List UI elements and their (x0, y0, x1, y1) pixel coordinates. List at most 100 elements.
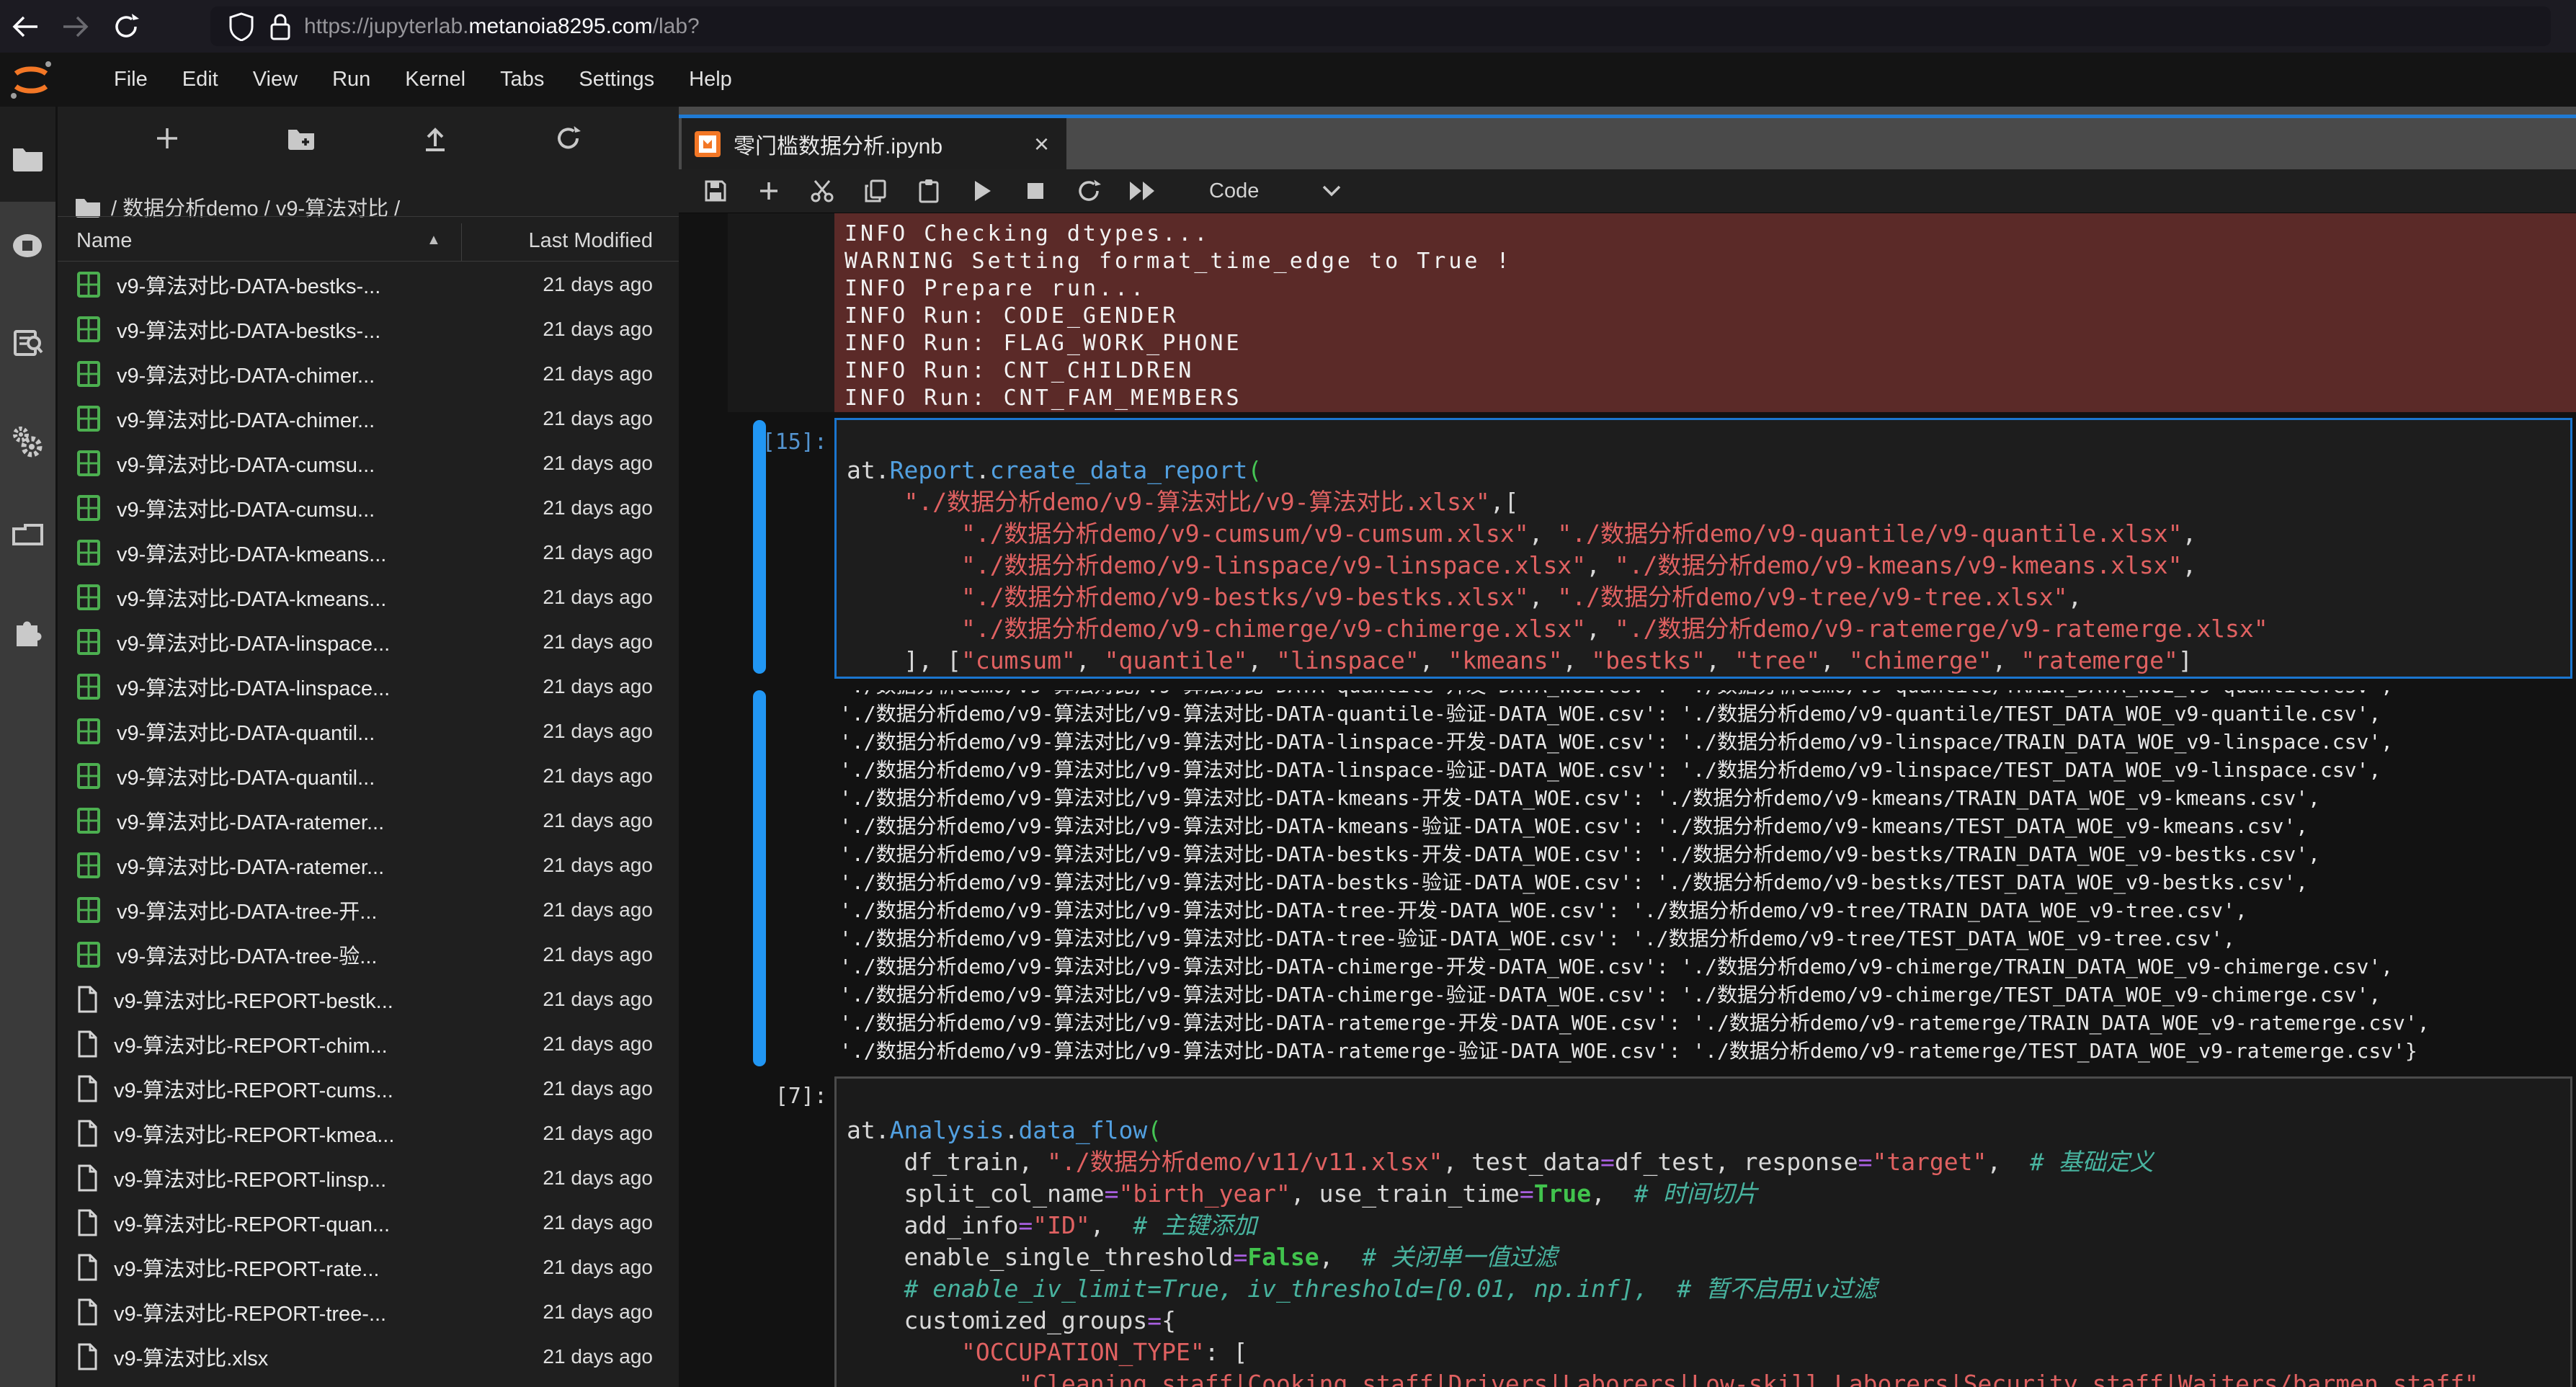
notebook-tab[interactable]: 零门槛数据分析.ipynb × (682, 118, 1066, 169)
file-browser-icon[interactable] (11, 141, 45, 175)
run-cell-icon[interactable] (972, 179, 992, 202)
menu-file[interactable]: File (114, 68, 148, 92)
save-icon[interactable] (704, 179, 727, 202)
file-name: v9-算法对比-DATA-tree-验... (117, 940, 543, 970)
file-name: v9-算法对比-DATA-bestks-... (117, 314, 543, 344)
file-modified: 21 days ago (543, 1345, 653, 1368)
new-folder-icon[interactable] (287, 125, 316, 151)
breadcrumb-path[interactable]: / 数据分析demo / v9-算法对比 / (111, 192, 400, 222)
spreadsheet-icon (76, 316, 101, 343)
cell15-input-collapser[interactable] (753, 420, 766, 674)
file-row[interactable]: v9-算法对比-REPORT-chim...21 days ago (58, 1022, 679, 1066)
breadcrumb[interactable]: / 数据分析demo / v9-算法对比 / (75, 192, 400, 222)
code-line: enable_single_threshold=False, # 关闭单一值过滤 (847, 1241, 2570, 1273)
file-row[interactable]: v9-算法对比-DATA-ratemer...21 days ago (58, 798, 679, 843)
reload-button[interactable] (101, 5, 151, 48)
file-row[interactable]: v9-算法对比-DATA-kmeans...21 days ago (58, 530, 679, 575)
output-line: './数据分析demo/v9-算法对比/v9-算法对比-DATA-linspac… (839, 756, 2576, 784)
tab-close-icon[interactable]: × (1034, 131, 1049, 157)
cell15-editor[interactable]: at.Report.create_data_report( "./数据分析dem… (834, 418, 2572, 679)
refresh-icon[interactable] (555, 125, 582, 152)
file-row[interactable]: v9-算法对比-REPORT-kmea...21 days ago (58, 1111, 679, 1156)
menu-help[interactable]: Help (689, 68, 732, 92)
output-line: './数据分析demo/v9-算法对比/v9-算法对比-DATA-bestks-… (839, 840, 2576, 868)
restart-run-all-icon[interactable] (1128, 180, 1156, 202)
cell15-prompt: [15]: (726, 429, 827, 455)
menubar-items: File Edit View Run Kernel Tabs Settings Help (114, 68, 732, 92)
cell7-editor[interactable]: at.Analysis.data_flow( df_train, "./数据分析… (834, 1076, 2572, 1387)
cell15-output-collapser[interactable] (753, 690, 766, 1066)
output-line: './数据分析demo/v9-算法对比/v9-算法对比-DATA-quantil… (839, 700, 2576, 728)
file-modified: 21 days ago (543, 764, 653, 788)
file-row[interactable]: v9-算法对比-REPORT-bestk...21 days ago (58, 977, 679, 1022)
menu-settings[interactable]: Settings (579, 68, 654, 92)
file-modified: 21 days ago (543, 1077, 653, 1100)
add-cell-icon[interactable] (758, 180, 780, 202)
property-inspector-icon[interactable] (11, 326, 45, 360)
file-row[interactable]: v9-算法对比-DATA-quantil...21 days ago (58, 754, 679, 798)
file-modified: 21 days ago (543, 675, 653, 698)
file-name: v9-算法对比-REPORT-chim... (114, 1029, 543, 1059)
running-kernels-icon[interactable] (11, 229, 45, 263)
settings-gears-icon[interactable] (11, 425, 45, 459)
file-row[interactable]: v9-算法对比-REPORT-tree-...21 days ago (58, 1290, 679, 1334)
file-row[interactable]: v9-算法对比-DATA-bestks-...21 days ago (58, 307, 679, 352)
file-row[interactable]: v9-算法对比-DATA-chimer...21 days ago (58, 396, 679, 441)
menu-run[interactable]: Run (332, 68, 370, 92)
extensions-puzzle-icon[interactable] (11, 614, 45, 648)
file-modified: 21 days ago (543, 541, 653, 564)
file-name: v9-算法对比-DATA-cumsu... (117, 493, 543, 523)
chevron-down-icon[interactable] (1321, 184, 1342, 198)
file-row[interactable]: v9-算法对比-DATA-tree-验...21 days ago (58, 932, 679, 977)
file-row[interactable]: v9-算法对比-DATA-cumsu...21 days ago (58, 486, 679, 530)
jupyterlab-window: https://jupyterlab.metanoia8295.com/lab?… (0, 0, 2576, 1387)
code-line: customized_groups={ (847, 1305, 2570, 1337)
file-icon (76, 1120, 98, 1147)
breadcrumb-folder-icon[interactable] (75, 196, 101, 218)
menu-view[interactable]: View (253, 68, 298, 92)
file-row[interactable]: v9-算法对比-REPORT-rate...21 days ago (58, 1245, 679, 1290)
file-row[interactable]: v9-算法对比-REPORT-quan...21 days ago (58, 1200, 679, 1245)
jupyter-menubar: File Edit View Run Kernel Tabs Settings Help (0, 53, 2576, 107)
file-modified: 21 days ago (543, 496, 653, 519)
file-row[interactable]: v9-算法对比-DATA-tree-开...21 days ago (58, 888, 679, 932)
reload-icon (112, 12, 141, 41)
column-header-modified[interactable]: Last Modified (529, 229, 654, 253)
paste-cell-icon[interactable] (918, 179, 940, 203)
file-row[interactable]: v9-算法对比-DATA-kmeans...21 days ago (58, 575, 679, 620)
file-name: v9-算法对比-DATA-ratemer... (117, 806, 543, 836)
file-row[interactable]: v9-算法对比-REPORT-linsp...21 days ago (58, 1156, 679, 1200)
restart-kernel-icon[interactable] (1077, 179, 1101, 203)
file-row[interactable]: v9-算法对比-DATA-linspace...21 days ago (58, 620, 679, 664)
forward-button[interactable] (50, 5, 101, 48)
back-button[interactable] (0, 5, 50, 48)
file-row[interactable]: v9-算法对比-DATA-chimer...21 days ago (58, 352, 679, 396)
menu-kernel[interactable]: Kernel (405, 68, 465, 92)
menu-tabs[interactable]: Tabs (500, 68, 544, 92)
cell15-output: './数据分析demo/v9-算法对比/v9-算法对比-DATA-quantil… (839, 690, 2576, 1068)
spreadsheet-icon (76, 718, 101, 745)
file-icon (76, 986, 98, 1013)
file-row[interactable]: v9-算法对比-DATA-linspace...21 days ago (58, 664, 679, 709)
column-header-name[interactable]: Name (76, 229, 132, 253)
stop-kernel-icon[interactable] (1026, 182, 1045, 200)
file-row[interactable]: v9-算法对比-DATA-quantil...21 days ago (58, 709, 679, 754)
sort-ascending-icon[interactable]: ▲ (427, 232, 441, 249)
column-divider[interactable] (461, 223, 462, 261)
cell-type-select[interactable]: Code (1209, 179, 1259, 203)
file-row[interactable]: v9-算法对比.xlsx21 days ago (58, 1334, 679, 1379)
upload-icon[interactable] (422, 125, 448, 152)
menu-edit[interactable]: Edit (182, 68, 218, 92)
copy-cell-icon[interactable] (864, 179, 887, 203)
file-row[interactable]: v9-算法对比-DATA-ratemer...21 days ago (58, 843, 679, 888)
new-launcher-icon[interactable] (154, 125, 180, 151)
cut-cell-icon[interactable] (810, 179, 834, 203)
output-line: './数据分析demo/v9-算法对比/v9-算法对比-DATA-bestks-… (839, 868, 2576, 896)
file-row[interactable]: v9-算法对比-DATA-bestks-...21 days ago (58, 262, 679, 307)
file-row[interactable]: v9-算法对比-REPORT-cums...21 days ago (58, 1066, 679, 1111)
code-line: "./数据分析demo/v9-linspace/v9-linspace.xlsx… (847, 550, 2570, 581)
file-row[interactable]: v9-算法对比-DATA-cumsu...21 days ago (58, 441, 679, 486)
layout-panel-icon[interactable] (11, 519, 45, 553)
file-name: v9-算法对比-REPORT-bestk... (114, 984, 543, 1014)
url-bar[interactable]: https://jupyterlab.metanoia8295.com/lab? (210, 6, 2551, 46)
